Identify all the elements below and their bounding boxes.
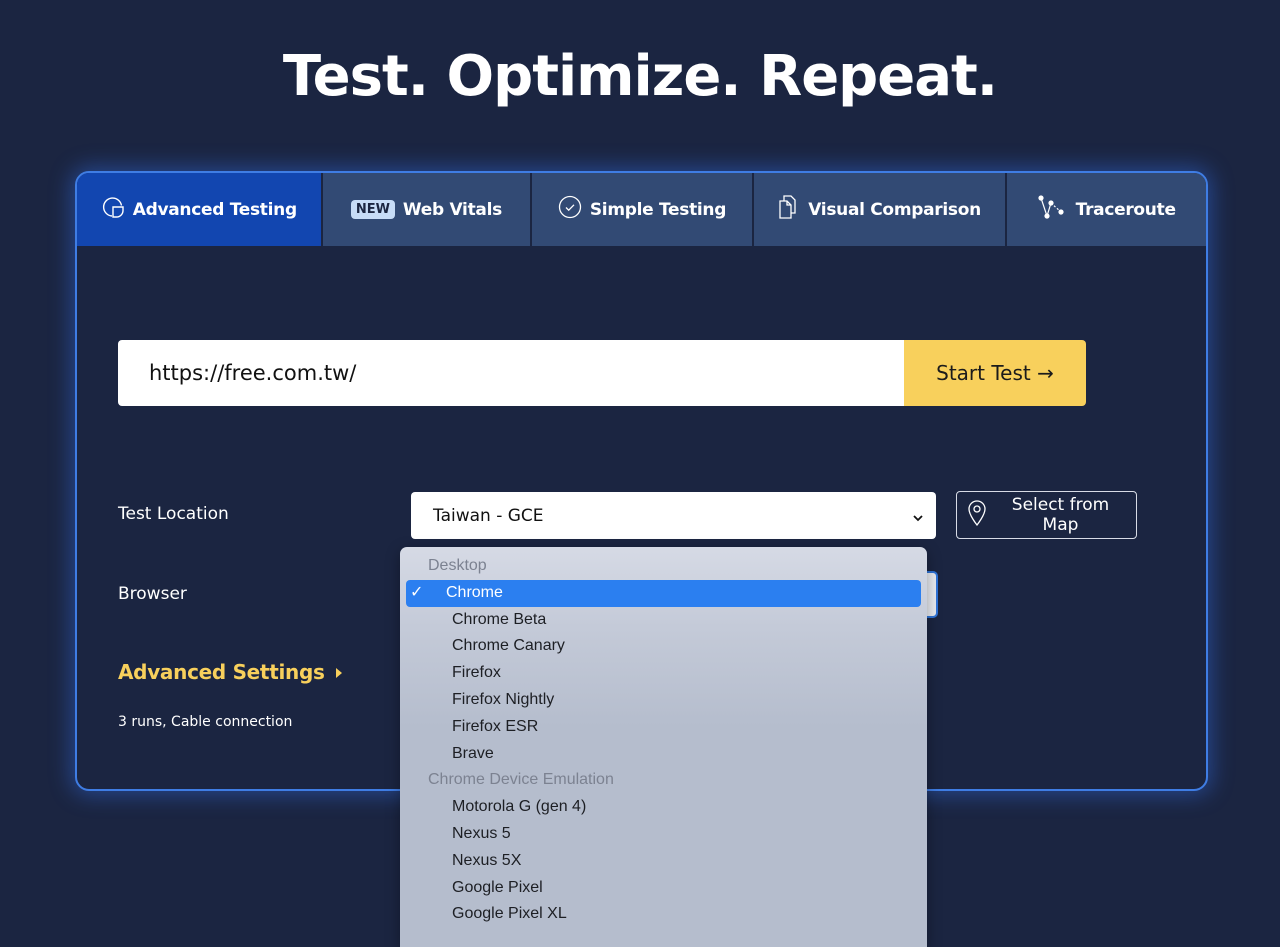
tab-label: Web Vitals — [402, 199, 502, 220]
dropdown-option[interactable]: Chrome Beta — [406, 607, 921, 634]
dropdown-option[interactable]: Motorola G (gen 4) — [406, 794, 921, 821]
checkmark-icon: ✓ — [410, 583, 424, 601]
start-test-button[interactable]: Start Test → — [904, 340, 1086, 406]
route-nodes-icon — [1038, 195, 1068, 224]
dropdown-option[interactable]: Google Pixel XL — [406, 901, 921, 928]
url-row: Start Test → — [118, 340, 1086, 406]
check-circle-icon — [558, 195, 582, 224]
dropdown-option[interactable]: Nexus 5X — [406, 848, 921, 875]
page-headline: Test. Optimize. Repeat. — [282, 44, 998, 109]
tab-advanced-testing[interactable]: Advanced Testing — [77, 173, 323, 246]
dropdown-option[interactable]: Firefox Nightly — [406, 687, 921, 714]
caret-right-icon — [335, 660, 343, 684]
tab-traceroute[interactable]: Traceroute — [1007, 173, 1206, 246]
copy-pages-icon — [778, 195, 800, 224]
advanced-settings-label: Advanced Settings — [118, 660, 325, 684]
option-label: Chrome — [446, 583, 503, 601]
dropdown-option[interactable]: Google Pixel — [406, 875, 921, 902]
new-badge: NEW — [350, 200, 395, 219]
tab-label: Visual Comparison — [808, 199, 981, 220]
dropdown-option[interactable]: Firefox — [406, 660, 921, 687]
test-location-select[interactable]: Taiwan - GCE — [411, 492, 936, 539]
tab-label: Advanced Testing — [132, 199, 297, 220]
select-from-map-button[interactable]: Select from Map — [956, 491, 1137, 539]
map-button-label: Select from Map — [1011, 495, 1110, 535]
tab-label: Traceroute — [1075, 199, 1176, 220]
dropdown-option[interactable]: Firefox ESR — [406, 714, 921, 741]
browser-label: Browser — [118, 584, 187, 604]
browser-dropdown-menu: Desktop ✓ Chrome Chrome Beta Chrome Cana… — [400, 547, 927, 947]
dropdown-option[interactable]: ✓ Chrome — [406, 579, 921, 607]
test-location-label: Test Location — [118, 504, 229, 524]
map-pin-icon — [967, 499, 987, 531]
dropdown-option[interactable]: Nexus 5 — [406, 821, 921, 848]
tab-web-vitals[interactable]: NEW Web Vitals — [322, 173, 533, 246]
tab-visual-comparison[interactable]: Visual Comparison — [753, 173, 1008, 246]
advanced-settings-toggle[interactable]: Advanced Settings — [118, 660, 343, 684]
tab-label: Simple Testing — [589, 199, 727, 220]
url-input[interactable] — [118, 340, 904, 406]
chevron-down-icon — [912, 508, 924, 528]
settings-summary: 3 runs, Cable connection — [118, 714, 293, 730]
pie-chart-icon — [101, 195, 125, 224]
dropdown-option[interactable]: Chrome Canary — [406, 633, 921, 660]
test-location-value: Taiwan - GCE — [433, 505, 544, 526]
tab-bar: Advanced Testing NEW Web Vitals Simple T… — [77, 173, 1206, 246]
dropdown-option[interactable]: Brave — [406, 741, 921, 768]
dropdown-group-label: Chrome Device Emulation — [428, 771, 614, 789]
tab-simple-testing[interactable]: Simple Testing — [532, 173, 754, 246]
dropdown-group-label: Desktop — [428, 557, 487, 574]
